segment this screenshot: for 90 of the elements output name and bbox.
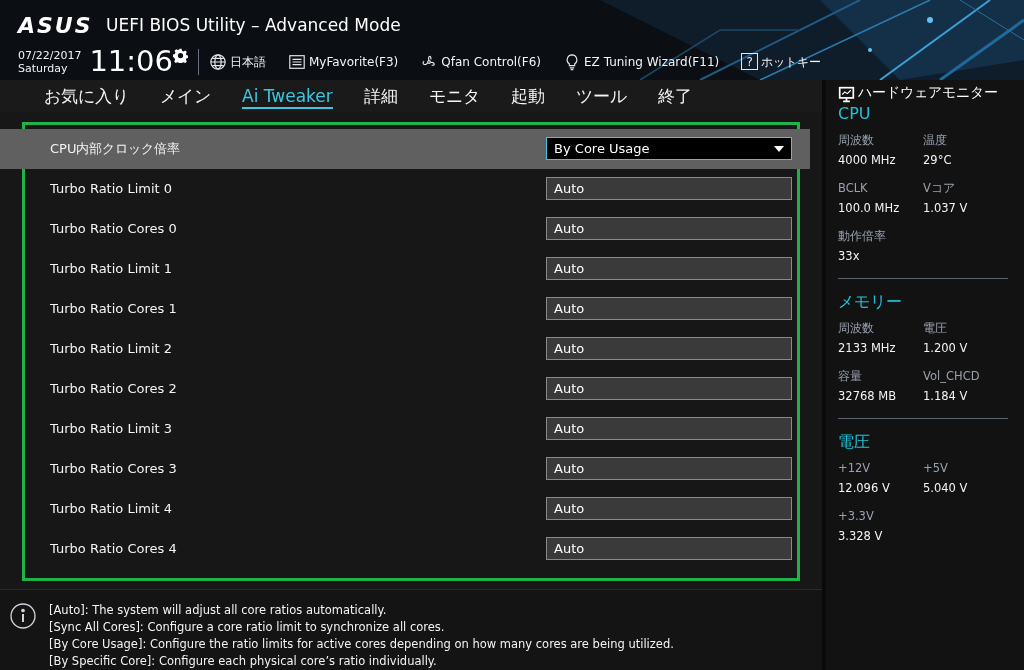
reading-value: 2133 MHz bbox=[838, 341, 897, 355]
reading-value: 33x bbox=[838, 249, 861, 263]
reading-label: Vol_CHCD bbox=[923, 369, 981, 383]
reading-label: Vコア bbox=[923, 181, 956, 195]
reading-value: 12.096 V bbox=[838, 481, 891, 495]
setting-row[interactable]: Turbo Ratio Limit 4 Auto bbox=[0, 488, 811, 529]
setting-label: Turbo Ratio Cores 3 bbox=[50, 460, 177, 479]
input-field[interactable]: Auto bbox=[546, 537, 793, 561]
help-text: [Auto]: The system will adjust all core ratios automatically. bbox=[49, 602, 388, 619]
setting-label: Turbo Ratio Limit 4 bbox=[50, 500, 173, 519]
reading-label: +3.3V bbox=[838, 509, 875, 523]
window-title: UEFI BIOS Utility – Advanced Mode bbox=[106, 13, 401, 37]
help-text: [By Specific Core]: Configure each physical core’s ratio individually. bbox=[49, 653, 438, 670]
toolbar-button[interactable]: 日本語 bbox=[209, 52, 266, 71]
caret-icon bbox=[774, 145, 785, 152]
panel-title: ハードウェアモニター bbox=[858, 84, 999, 101]
reading-label: 周波数 bbox=[838, 321, 875, 335]
reading-value: 100.0 MHz bbox=[838, 201, 901, 215]
reading-value: 1.037 V bbox=[923, 201, 969, 215]
input-field[interactable]: Auto bbox=[546, 177, 793, 201]
setting-label: Turbo Ratio Limit 1 bbox=[50, 260, 173, 279]
info-icon bbox=[10, 603, 36, 629]
input-field[interactable]: Auto bbox=[546, 377, 793, 401]
tab[interactable]: Ai Tweaker bbox=[242, 84, 333, 109]
reading-value: 4000 MHz bbox=[838, 153, 897, 167]
input-field[interactable]: Auto bbox=[546, 337, 793, 361]
setting-label: Turbo Ratio Limit 0 bbox=[50, 180, 173, 199]
tab[interactable]: モニタ bbox=[428, 84, 480, 109]
setting-row[interactable]: Turbo Ratio Limit 0 Auto bbox=[0, 168, 811, 209]
setting-label: Turbo Ratio Limit 2 bbox=[50, 340, 173, 359]
logo: ASUS bbox=[18, 12, 88, 40]
setting-row[interactable]: Turbo Ratio Limit 2 Auto bbox=[0, 328, 811, 369]
setting-row[interactable]: Turbo Ratio Cores 1 Auto bbox=[0, 288, 811, 329]
date-text: 07/22/2017 bbox=[18, 48, 82, 62]
section-title: 電圧 bbox=[838, 431, 871, 453]
setting-row[interactable]: Turbo Ratio Limit 1 Auto bbox=[0, 248, 811, 289]
settings-icon[interactable] bbox=[173, 48, 188, 63]
tab[interactable]: メイン bbox=[160, 84, 211, 109]
input-field[interactable]: Auto bbox=[546, 257, 793, 281]
setting-row[interactable]: Turbo Ratio Cores 4 Auto bbox=[0, 528, 811, 569]
help-text: [Sync All Cores]: Configure a core ratio limit to synchronize all cores. bbox=[49, 619, 446, 636]
monitor-icon bbox=[838, 86, 855, 103]
day-text: Saturday bbox=[18, 61, 69, 75]
setting-label: Turbo Ratio Cores 0 bbox=[50, 220, 177, 239]
setting-label: Turbo Ratio Limit 3 bbox=[50, 420, 173, 439]
section-title: メモリー bbox=[838, 291, 903, 313]
tab[interactable]: お気に入り bbox=[44, 84, 129, 109]
reading-label: 容量 bbox=[838, 369, 863, 383]
setting-row[interactable]: Turbo Ratio Cores 0 Auto bbox=[0, 208, 811, 249]
help-text: [By Core Usage]: Configure the ratio limits for active cores depending on how many cores are being utilized. bbox=[49, 636, 674, 653]
setting-label: Turbo Ratio Cores 1 bbox=[50, 300, 177, 319]
toolbar-button[interactable]: EZ Tuning Wizard(F11) bbox=[563, 52, 720, 71]
globe-icon bbox=[209, 52, 227, 71]
reading-label: 動作倍率 bbox=[838, 229, 887, 243]
setting-row[interactable]: CPU内部クロック倍率 By Core Usage bbox=[0, 128, 811, 169]
help-icon: ? bbox=[741, 53, 759, 70]
toolbar-button[interactable]: Qfan Control(F6) bbox=[420, 52, 542, 71]
input-field[interactable]: Auto bbox=[546, 497, 793, 521]
reading-value: 32768 MB bbox=[838, 389, 898, 403]
reading-label: +5V bbox=[923, 461, 949, 475]
tab[interactable]: 詳細 bbox=[363, 84, 398, 109]
setting-label: CPU内部クロック倍率 bbox=[50, 140, 181, 159]
tab[interactable]: ツール bbox=[575, 84, 627, 109]
toolbar-button[interactable]: ? ホットキー bbox=[741, 52, 822, 71]
input-field[interactable]: Auto bbox=[546, 417, 793, 441]
reading-label: BCLK bbox=[838, 181, 869, 195]
setting-row[interactable]: Turbo Ratio Cores 3 Auto bbox=[0, 448, 811, 489]
setting-label: Turbo Ratio Cores 2 bbox=[50, 380, 177, 399]
reading-label: 電圧 bbox=[923, 321, 948, 335]
dropdown[interactable]: By Core Usage bbox=[546, 137, 793, 161]
setting-label: Turbo Ratio Cores 4 bbox=[50, 540, 177, 559]
reading-value: 1.184 V bbox=[923, 389, 969, 403]
input-field[interactable]: Auto bbox=[546, 457, 793, 481]
setting-row[interactable]: Turbo Ratio Limit 3 Auto bbox=[0, 408, 811, 449]
toolbar-button[interactable]: MyFavorite(F3) bbox=[288, 52, 399, 71]
input-field[interactable]: Auto bbox=[546, 217, 793, 241]
reading-value: 5.040 V bbox=[923, 481, 969, 495]
reading-value: 3.328 V bbox=[838, 529, 884, 543]
clock-time: 11:06 bbox=[89, 47, 173, 76]
section-title: CPU bbox=[838, 103, 872, 125]
setting-row[interactable]: Turbo Ratio Cores 2 Auto bbox=[0, 368, 811, 409]
tab[interactable]: 起動 bbox=[510, 84, 545, 109]
reading-label: 温度 bbox=[923, 133, 948, 147]
reading-value: 1.200 V bbox=[923, 341, 969, 355]
reading-label: 周波数 bbox=[838, 133, 875, 147]
input-field[interactable]: Auto bbox=[546, 297, 793, 321]
reading-value: 29°C bbox=[923, 153, 953, 167]
list-icon bbox=[288, 52, 306, 71]
reading-label: +12V bbox=[838, 461, 872, 475]
tab[interactable]: 終了 bbox=[657, 84, 692, 109]
